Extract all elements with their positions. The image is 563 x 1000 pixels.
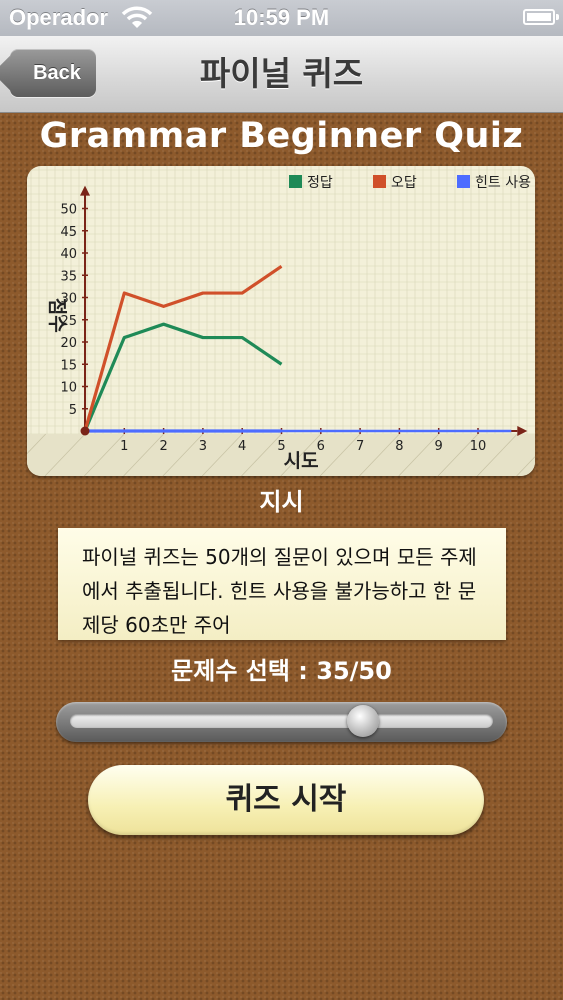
x-tick-label: 9 (435, 439, 443, 454)
y-tick-label: 50 (60, 203, 77, 218)
question-count-slider[interactable] (56, 702, 507, 742)
x-tick-label: 1 (120, 439, 128, 454)
x-tick-label: 7 (356, 439, 364, 454)
x-axis-label: 시도 (284, 450, 319, 472)
y-tick-label: 20 (60, 336, 77, 351)
directions-box[interactable]: 파이널 퀴즈는 50개의 질문이 있으며 모든 주제에서 추출됩니다. 힌트 사… (58, 528, 506, 640)
navigation-bar: 파이널 퀴즈 Back (0, 36, 563, 113)
status-bar: Operador 10:59 PM (0, 0, 563, 36)
score-chart: 5 10 15 20 25 30 35 40 45 50 1 2 3 4 5 6 7 8 9 10 시도 점수 정답 오답 힌트… (27, 166, 535, 476)
battery-icon (523, 9, 559, 25)
start-quiz-button[interactable]: 퀴즈 시작 (88, 765, 484, 835)
y-axis-label: 점수 (46, 298, 68, 333)
y-tick-label: 15 (60, 358, 77, 373)
quiz-title: Grammar Beginner Quiz (39, 116, 524, 156)
slider-thumb[interactable] (346, 705, 379, 737)
y-tick-label: 40 (60, 247, 77, 262)
score-chart-svg: 51015202530354045501 2 3 4 5 6 7 8 9 10시도점수정답 오답 힌트… (27, 166, 535, 476)
x-tick-label: 2 (159, 439, 167, 454)
y-axis-arrow (80, 185, 90, 196)
legend-label-1: 정답 (307, 175, 333, 191)
directions-title: 지시 (259, 488, 304, 516)
y-tick-label: 45 (60, 225, 77, 240)
legend-swatch-2 (373, 175, 386, 188)
status-time: 10:59 PM (233, 5, 330, 30)
question-count-display: 문제수 선택 : 35/50 (0, 651, 563, 686)
slider-track-inner (70, 714, 493, 728)
legend-label-3: 힌트 사용 (475, 175, 531, 191)
y-tick-label: 35 (60, 269, 77, 284)
question-count-value: 35/50 (316, 657, 392, 685)
legend-swatch-3 (457, 175, 470, 188)
question-count-label: 문제수 선택 : (171, 657, 308, 685)
legend-label-2: 오답 (391, 175, 417, 191)
x-tick-label: 3 (199, 439, 207, 454)
y-tick-label: 5 (69, 403, 77, 418)
x-tick-label: 8 (395, 439, 403, 454)
y-tick-label: 10 (60, 381, 77, 396)
origin-marker (80, 426, 90, 436)
back-button[interactable]: Back (10, 49, 96, 97)
legend-swatch-1 (289, 175, 302, 188)
x-tick-label: 10 (470, 439, 487, 454)
directions-text: 파이널 퀴즈는 50개의 질문이 있으며 모든 주제에서 추출됩니다. 힌트 사… (82, 545, 477, 637)
x-tick-label: 4 (238, 439, 246, 454)
